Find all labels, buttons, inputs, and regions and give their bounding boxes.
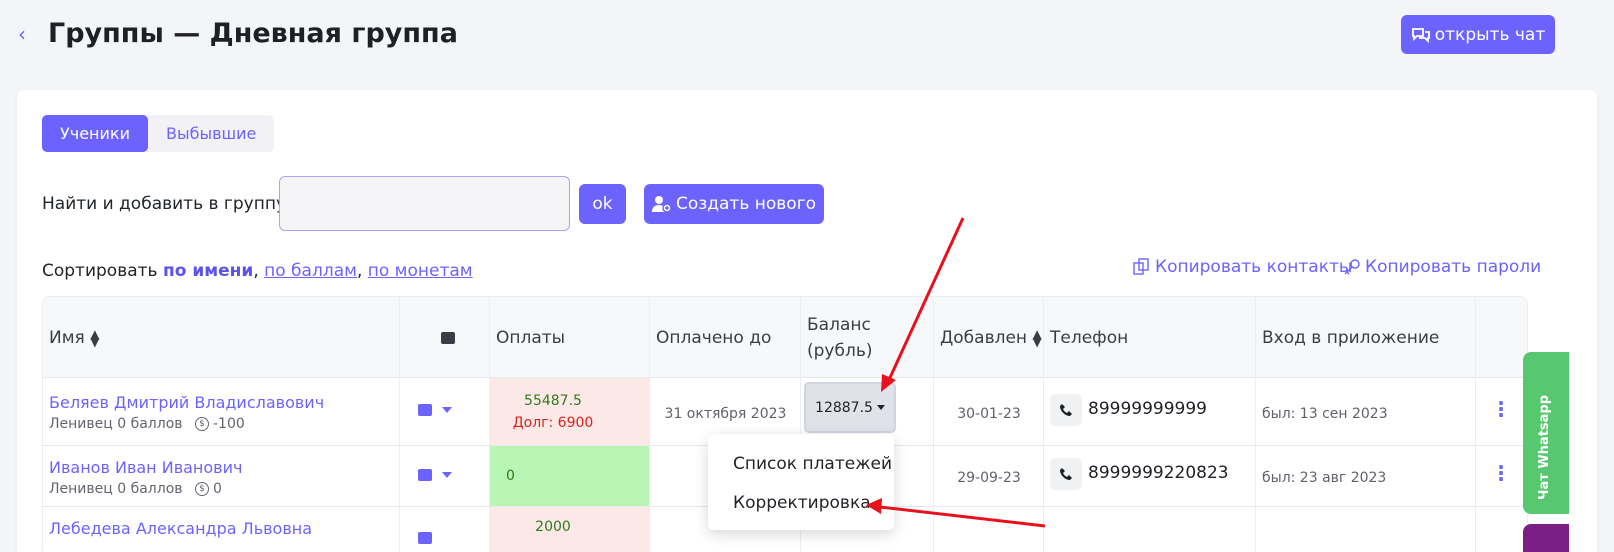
caret-down-icon (876, 405, 885, 410)
find-label: Найти и добавить в группу: (42, 194, 292, 214)
sort-prefix: Сортировать (42, 261, 158, 281)
copy-icon (1133, 258, 1149, 275)
comment-button[interactable] (418, 469, 432, 481)
create-new-button[interactable]: Создать нового (644, 184, 824, 224)
comment-button[interactable] (418, 532, 432, 544)
copy-passwords-link[interactable]: Копировать пароли (1343, 255, 1541, 279)
tab-students[interactable]: Ученики (42, 115, 148, 152)
sort-bar: Сортировать по имени, по баллам, по моне… (42, 261, 473, 281)
payments-cell: 2000 (490, 507, 650, 552)
page-title: Группы — Дневная группа (48, 18, 458, 49)
page-header: ‹ Группы — Дневная группа открыть чат (0, 0, 1614, 72)
table-header: Имя ▲ ▼ Оплаты Оплачено до Баланс (рубль)… (43, 297, 1527, 378)
paid-to-date: 31 октября 2023 (664, 406, 787, 422)
col-added[interactable]: Добавлен ▲ ▼ (934, 297, 1044, 378)
chat-icon (1411, 27, 1430, 43)
student-score: Ленивец 0 баллов $0 (49, 481, 222, 497)
sort-icon: ▲ ▼ (1032, 326, 1042, 349)
copy-contacts-link[interactable]: Копировать контакты (1133, 255, 1352, 279)
sort-by-coins[interactable]: по монетам (368, 261, 473, 281)
side-tab[interactable] (1523, 524, 1569, 552)
balance-dropdown-menu: Список платежей Корректировка (708, 434, 894, 530)
col-paid-to: Оплачено до (650, 297, 801, 378)
tab-dropped[interactable]: Выбывшие (148, 115, 274, 152)
col-comment (400, 297, 490, 378)
caret-down-icon[interactable] (442, 407, 452, 413)
balance-dropdown-button[interactable]: 12887.5 (804, 382, 896, 433)
student-name[interactable]: Лебедева Александра Львовна (49, 519, 312, 539)
added-date: 30-01-23 (957, 406, 1021, 422)
student-name[interactable]: Иванов Иван Иванович (49, 458, 242, 478)
add-user-icon (651, 196, 672, 213)
phone-number: 89999999999 (1088, 399, 1207, 419)
open-chat-button[interactable]: открыть чат (1401, 15, 1555, 54)
debt-amount: Долг: 6900 (512, 415, 594, 431)
whatsapp-chat-label: Чат Whatsapp (1537, 394, 1552, 500)
student-score: Ленивец 0 баллов $ -100 (49, 416, 245, 432)
coin-icon: $ (194, 482, 209, 496)
more-options-icon[interactable]: · · · (1497, 457, 1505, 489)
comment-button[interactable] (418, 404, 432, 416)
col-name[interactable]: Имя ▲ ▼ (43, 297, 400, 378)
payment-amount: 0 (506, 468, 515, 484)
comment-icon (440, 331, 455, 344)
search-input[interactable] (279, 176, 570, 231)
col-phone: Телефон (1044, 297, 1256, 378)
col-balance: Баланс (рубль) (801, 297, 934, 378)
more-options-icon[interactable]: · · · (1497, 393, 1505, 425)
student-name[interactable]: Беляев Дмитрий Владиславович (49, 393, 324, 413)
chevron-left-icon[interactable]: ‹ (18, 22, 38, 46)
phone-icon[interactable] (1050, 394, 1082, 426)
coin-icon: $ (194, 417, 209, 431)
create-new-label: Создать нового (675, 194, 817, 214)
key-icon (1344, 259, 1360, 275)
tabs: Ученики Выбывшие (42, 115, 275, 152)
ok-button[interactable]: ok (579, 184, 626, 224)
sort-by-score[interactable]: по баллам (264, 261, 357, 281)
col-payments: Оплаты (490, 297, 650, 378)
payments-cell: 0 (490, 446, 650, 506)
open-chat-label: открыть чат (1434, 24, 1546, 45)
phone-icon[interactable] (1050, 458, 1082, 490)
whatsapp-chat-tab[interactable]: Чат Whatsapp (1523, 352, 1569, 514)
last-login: был: 13 сен 2023 (1262, 406, 1388, 422)
payments-cell: 55487.5 Долг: 6900 (490, 378, 650, 445)
phone-number: 8999999220823 (1088, 463, 1229, 483)
payment-amount: 2000 (535, 519, 571, 535)
sort-icon: ▲ ▼ (90, 326, 100, 349)
col-login: Вход в приложение (1256, 297, 1476, 378)
balance-value: 12887.5 (815, 399, 873, 416)
added-date: 29-09-23 (957, 470, 1021, 486)
menu-item-payment-list[interactable]: Список платежей (733, 454, 892, 474)
copy-contacts-label: Копировать контакты (1155, 257, 1353, 277)
last-login: был: 23 авг 2023 (1262, 470, 1387, 486)
menu-item-correction[interactable]: Корректировка (733, 493, 871, 513)
payment-amount: 55487.5 (524, 393, 582, 409)
caret-down-icon[interactable] (442, 472, 452, 478)
sort-by-name[interactable]: по имени (163, 261, 253, 281)
copy-passwords-label: Копировать пароли (1365, 257, 1542, 277)
